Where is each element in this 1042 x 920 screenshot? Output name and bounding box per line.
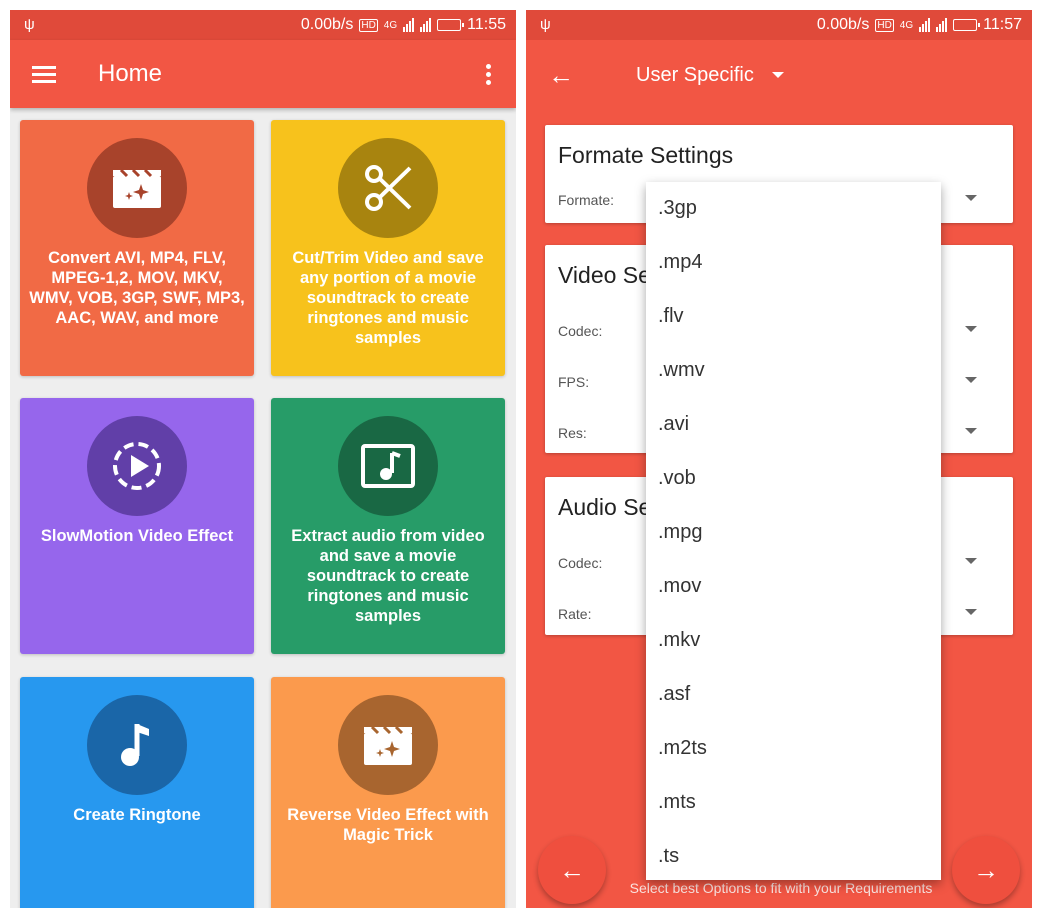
tile-caption: SlowMotion Video Effect [40, 527, 234, 545]
battery-icon [437, 19, 465, 31]
status-bar: ψ 0.00b/s HD 4G 11:57 [526, 10, 1032, 40]
network-speed: 0.00b/s [300, 16, 354, 33]
signal-icon [936, 18, 948, 32]
preset-spinner[interactable]: User Specific [636, 64, 754, 87]
extract-audio-tile[interactable]: Extract audio from video and save a movi… [271, 398, 505, 654]
dropdown-caret-icon[interactable] [965, 377, 977, 383]
rate-label: Rate: [558, 606, 592, 622]
battery-icon [953, 19, 981, 31]
card-title: Audio Se [558, 494, 652, 520]
footer-hint: Select best Options to fit with your Req… [629, 880, 933, 896]
format-label: Formate: [558, 192, 615, 208]
hd-badge: HD [359, 18, 378, 32]
network-speed: 0.00b/s [816, 16, 870, 33]
dropdown-option[interactable]: .mov [658, 575, 701, 598]
dropdown-option[interactable]: .flv [658, 305, 684, 328]
arrow-right-icon: → [973, 854, 999, 885]
clock: 11:55 [467, 16, 506, 33]
dropdown-option[interactable]: .mpg [658, 521, 702, 544]
video-clapper-magic-icon [87, 138, 187, 238]
dropdown-caret-icon[interactable] [965, 558, 977, 564]
convert-video-tile[interactable]: Convert AVI, MP4, FLV, MPEG-1,2, MOV, MK… [20, 120, 254, 376]
reverse-video-tile[interactable]: Reverse Video Effect with Magic Trick [271, 677, 505, 908]
slow-motion-play-icon [87, 416, 187, 516]
arrow-left-icon: ← [559, 854, 585, 885]
dropdown-option[interactable]: .mts [658, 791, 696, 814]
dropdown-option[interactable]: .wmv [658, 359, 705, 382]
music-image-icon [338, 416, 438, 516]
dropdown-caret-icon[interactable] [772, 72, 784, 78]
slow-motion-tile[interactable]: SlowMotion Video Effect [20, 398, 254, 654]
fps-label: FPS: [558, 374, 590, 390]
tile-caption: Create Ringtone [73, 806, 201, 824]
dropdown-caret-icon[interactable] [965, 609, 977, 615]
card-title: Video Se [558, 262, 651, 288]
dropdown-option[interactable]: .m2ts [658, 737, 707, 760]
network-type: 4G [383, 19, 398, 31]
tile-caption: Extract audio from video and save a movi… [291, 527, 485, 625]
video-codec-label: Codec: [558, 323, 603, 339]
dropdown-option[interactable]: .mp4 [658, 251, 702, 274]
status-bar: ψ 0.00b/s HD 4G 11:55 [10, 10, 516, 40]
next-button[interactable]: → [952, 836, 1020, 904]
home-screen: ψ 0.00b/s HD 4G 11:55 Home Convert AVI, … [10, 10, 516, 908]
network-type: 4G [899, 19, 914, 31]
back-arrow-icon[interactable]: ← [548, 62, 574, 88]
dropdown-option[interactable]: .asf [658, 683, 690, 706]
resolution-label: Res: [558, 425, 587, 441]
dropdown-caret-icon[interactable] [965, 326, 977, 332]
hd-badge: HD [875, 18, 894, 32]
audio-codec-label: Codec: [558, 555, 603, 571]
signal-icon [420, 18, 432, 32]
music-note-icon [87, 695, 187, 795]
cut-trim-tile[interactable]: Cut/Trim Video and save any portion of a… [271, 120, 505, 376]
create-ringtone-tile[interactable]: Create Ringtone [20, 677, 254, 908]
app-bar: Home [10, 40, 516, 108]
dropdown-caret-icon[interactable] [965, 428, 977, 434]
dropdown-option[interactable]: .3gp [658, 197, 697, 220]
tile-caption: Convert AVI, MP4, FLV, MPEG-1,2, MOV, MK… [29, 249, 245, 327]
tile-caption: Reverse Video Effect with Magic Trick [287, 806, 489, 844]
previous-button[interactable]: ← [538, 836, 606, 904]
tile-caption: Cut/Trim Video and save any portion of a… [292, 249, 484, 347]
more-options-icon[interactable] [486, 64, 492, 88]
dropdown-option[interactable]: .mkv [658, 629, 700, 652]
signal-icon [403, 18, 415, 32]
settings-screen: ψ 0.00b/s HD 4G 11:57 ← User Specific Fo… [526, 10, 1032, 908]
menu-icon[interactable] [32, 66, 56, 84]
dropdown-option[interactable]: .vob [658, 467, 696, 490]
format-dropdown-menu: .3gp .mp4 .flv .wmv .avi .vob .mpg .mov … [646, 182, 941, 880]
scissors-icon [338, 138, 438, 238]
video-clapper-magic-icon [338, 695, 438, 795]
usb-icon: ψ [540, 16, 551, 33]
app-bar: ← User Specific [526, 40, 1032, 108]
signal-icon [919, 18, 931, 32]
dropdown-option[interactable]: .ts [658, 845, 679, 868]
usb-icon: ψ [24, 16, 35, 33]
dropdown-option[interactable]: .avi [658, 413, 689, 436]
card-title: Formate Settings [558, 142, 734, 168]
dropdown-caret-icon[interactable] [965, 195, 977, 201]
page-title: Home [98, 60, 163, 87]
clock: 11:57 [983, 16, 1022, 33]
